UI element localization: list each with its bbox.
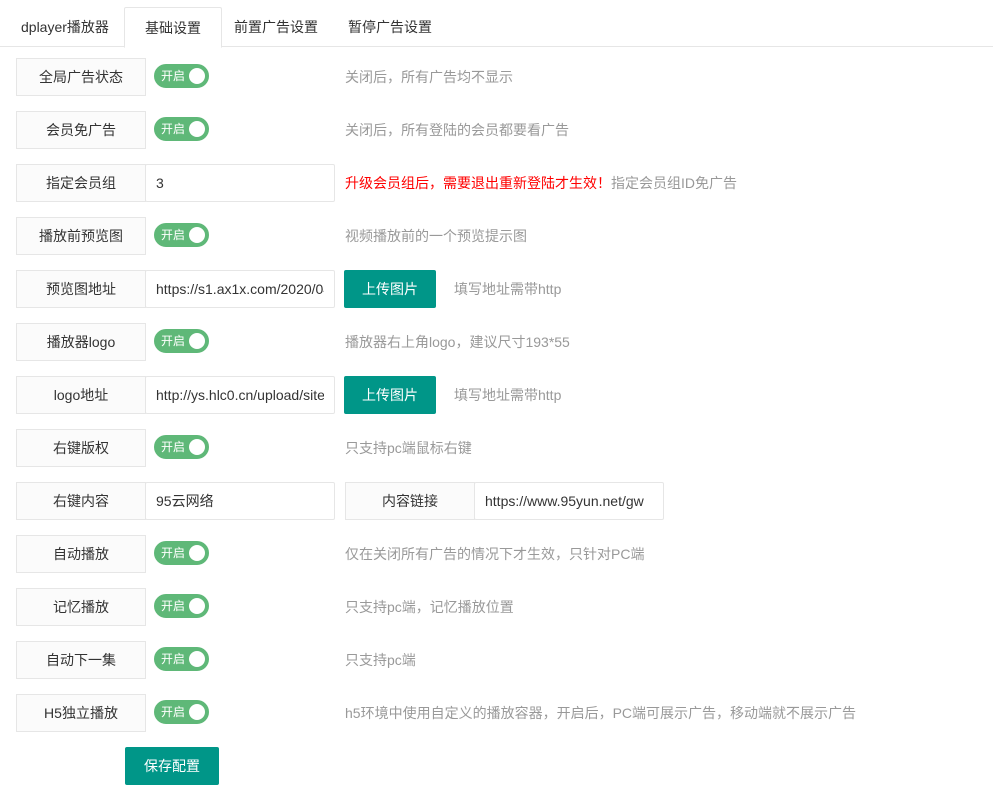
right-click-toggle[interactable]: 开启 bbox=[154, 435, 209, 459]
hint-memory-play: 只支持pc端，记忆播放位置 bbox=[345, 588, 514, 626]
toggle-text: 开启 bbox=[161, 595, 185, 617]
label-member-no-ad: 会员免广告 bbox=[16, 111, 146, 149]
tab-pause-ad-settings[interactable]: 暂停广告设置 bbox=[328, 7, 452, 48]
content-link-input[interactable] bbox=[474, 482, 664, 520]
label-player-logo: 播放器logo bbox=[16, 323, 146, 361]
hint-preview-url: 填写地址需带http bbox=[454, 270, 561, 308]
hint-player-logo: 播放器右上角logo，建议尺寸193*55 bbox=[345, 323, 570, 361]
toggle-knob bbox=[189, 439, 205, 455]
hint-auto-next: 只支持pc端 bbox=[345, 641, 416, 679]
right-content-input[interactable] bbox=[145, 482, 335, 520]
label-auto-next: 自动下一集 bbox=[16, 641, 146, 679]
global-ad-toggle[interactable]: 开启 bbox=[154, 64, 209, 88]
hint-logo-url: 填写地址需带http bbox=[454, 376, 561, 414]
toggle-text: 开启 bbox=[161, 542, 185, 564]
label-content-link: 内容链接 bbox=[345, 482, 475, 520]
toggle-text: 开启 bbox=[161, 224, 185, 246]
member-group-warning: 升级会员组后，需要退出重新登陆才生效！ bbox=[345, 175, 611, 191]
hint-autoplay: 仅在关闭所有广告的情况下才生效，只针对PC端 bbox=[345, 535, 644, 573]
toggle-knob bbox=[189, 227, 205, 243]
label-member-group: 指定会员组 bbox=[16, 164, 146, 202]
hint-member-no-ad: 关闭后，所有登陆的会员都要看广告 bbox=[345, 111, 569, 149]
toggle-text: 开启 bbox=[161, 701, 185, 723]
toggle-text: 开启 bbox=[161, 648, 185, 670]
toggle-text: 开启 bbox=[161, 436, 185, 458]
label-right-click: 右键版权 bbox=[16, 429, 146, 467]
label-preview-url: 预览图地址 bbox=[16, 270, 146, 308]
memory-play-toggle[interactable]: 开启 bbox=[154, 594, 209, 618]
toggle-knob bbox=[189, 68, 205, 84]
toggle-text: 开启 bbox=[161, 65, 185, 87]
toggle-knob bbox=[189, 651, 205, 667]
hint-member-group: 升级会员组后，需要退出重新登陆才生效！指定会员组ID免广告 bbox=[345, 164, 737, 202]
label-global-ad: 全局广告状态 bbox=[16, 58, 146, 96]
label-h5-standalone: H5独立播放 bbox=[16, 694, 146, 732]
toggle-knob bbox=[189, 704, 205, 720]
toggle-text: 开启 bbox=[161, 118, 185, 140]
hint-global-ad: 关闭后，所有广告均不显示 bbox=[345, 58, 513, 96]
label-right-content: 右键内容 bbox=[16, 482, 146, 520]
h5-standalone-toggle[interactable]: 开启 bbox=[154, 700, 209, 724]
auto-next-toggle[interactable]: 开启 bbox=[154, 647, 209, 671]
toggle-knob bbox=[189, 598, 205, 614]
upload-logo-button[interactable]: 上传图片 bbox=[344, 376, 436, 414]
preview-url-input[interactable] bbox=[145, 270, 335, 308]
member-no-ad-toggle[interactable]: 开启 bbox=[154, 117, 209, 141]
label-autoplay: 自动播放 bbox=[16, 535, 146, 573]
autoplay-toggle[interactable]: 开启 bbox=[154, 541, 209, 565]
save-config-button[interactable]: 保存配置 bbox=[125, 747, 219, 785]
member-group-hint-text: 指定会员组ID免广告 bbox=[611, 175, 737, 191]
preview-toggle[interactable]: 开启 bbox=[154, 223, 209, 247]
logo-url-input[interactable] bbox=[145, 376, 335, 414]
label-memory-play: 记忆播放 bbox=[16, 588, 146, 626]
label-logo-url: logo地址 bbox=[16, 376, 146, 414]
hint-right-click: 只支持pc端鼠标右键 bbox=[345, 429, 472, 467]
label-preview: 播放前预览图 bbox=[16, 217, 146, 255]
upload-preview-button[interactable]: 上传图片 bbox=[344, 270, 436, 308]
hint-h5-standalone: h5环境中使用自定义的播放容器，开启后，PC端可展示广告，移动端就不展示广告 bbox=[345, 694, 856, 732]
tab-basic-settings[interactable]: 基础设置 bbox=[124, 7, 222, 48]
toggle-text: 开启 bbox=[161, 330, 185, 352]
hint-preview: 视频播放前的一个预览提示图 bbox=[345, 217, 527, 255]
member-group-input[interactable] bbox=[145, 164, 335, 202]
toggle-knob bbox=[189, 545, 205, 561]
tab-dplayer[interactable]: dplayer播放器 bbox=[1, 7, 129, 48]
settings-tabs: dplayer播放器 基础设置 前置广告设置 暂停广告设置 bbox=[0, 0, 993, 47]
player-logo-toggle[interactable]: 开启 bbox=[154, 329, 209, 353]
toggle-knob bbox=[189, 121, 205, 137]
toggle-knob bbox=[189, 333, 205, 349]
tab-pre-ad-settings[interactable]: 前置广告设置 bbox=[214, 7, 338, 48]
